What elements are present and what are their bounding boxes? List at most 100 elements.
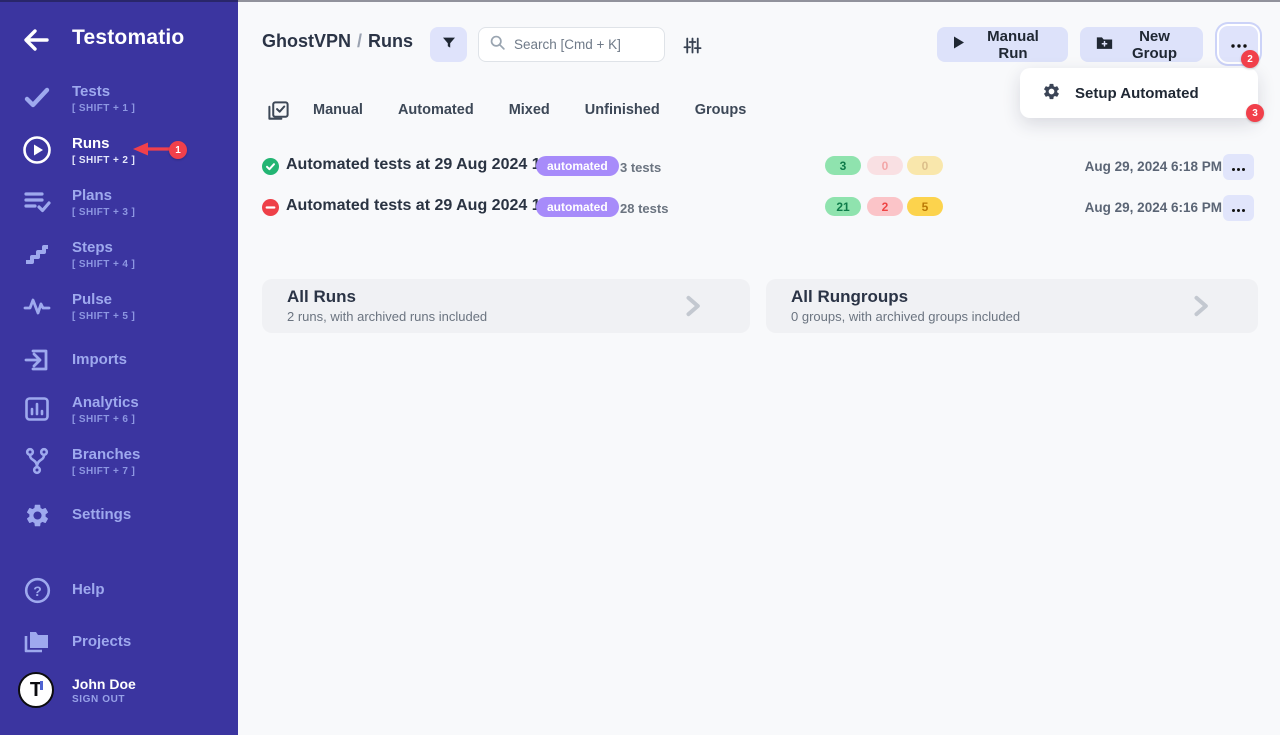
- ellipsis-icon: [1231, 201, 1246, 216]
- main-content: GhostVPN/Runs Manual Run Ne: [238, 0, 1280, 735]
- setup-automated-label: Setup Automated: [1075, 85, 1199, 102]
- card-title: All Runs: [287, 287, 356, 307]
- sidebar-item-shortcut: [ SHIFT + 5 ]: [72, 311, 135, 322]
- breadcrumb-project[interactable]: GhostVPN: [262, 31, 351, 51]
- run-title[interactable]: Automated tests at 29 Aug 2024 18:18: [286, 156, 573, 174]
- user-name: John Doe: [72, 676, 136, 692]
- sidebar-item-label: Branches: [72, 446, 140, 464]
- passed-count-badge: 3: [825, 156, 861, 175]
- folder-plus-icon: [1096, 35, 1113, 54]
- card-subtitle: 0 groups, with archived groups included: [791, 309, 1020, 324]
- sidebar-item-label: Analytics: [72, 394, 139, 412]
- run-tests-count: 3 tests: [620, 160, 661, 175]
- run-type-badge: automated: [536, 197, 619, 217]
- play-circle-icon: [21, 134, 53, 166]
- sidebar-item-help[interactable]: ? Help: [0, 578, 238, 602]
- failed-count-badge: 0: [867, 156, 903, 175]
- search-box[interactable]: [478, 27, 665, 62]
- card-title: All Rungroups: [791, 287, 908, 307]
- pulse-icon: [21, 290, 53, 322]
- steps-icon: [21, 238, 53, 270]
- bar-chart-icon: [21, 393, 53, 425]
- more-actions-menu: Setup Automated: [1020, 68, 1258, 118]
- gear-icon: [1042, 82, 1061, 105]
- sidebar-item-label: Help: [72, 581, 105, 599]
- passed-count-badge: 21: [825, 197, 861, 216]
- breadcrumb-current: Runs: [368, 31, 413, 51]
- tab-manual[interactable]: Manual: [313, 102, 363, 118]
- sidebar-item-analytics[interactable]: Analytics [ SHIFT + 6 ]: [0, 391, 238, 427]
- sidebar-item-shortcut: [ SHIFT + 6 ]: [72, 414, 139, 425]
- run-more-button[interactable]: [1223, 154, 1254, 180]
- new-group-button[interactable]: New Group: [1080, 27, 1203, 62]
- sidebar-item-runs[interactable]: Runs [ SHIFT + 2 ]: [0, 132, 238, 168]
- sidebar-item-label: Tests: [72, 83, 135, 101]
- tab-unfinished[interactable]: Unfinished: [585, 102, 660, 118]
- ellipsis-icon: [1230, 37, 1248, 52]
- sidebar-item-imports[interactable]: Imports: [0, 348, 238, 372]
- help-icon: ?: [21, 574, 53, 606]
- sliders-icon[interactable]: [678, 31, 706, 59]
- import-icon: [21, 344, 53, 376]
- breadcrumb: GhostVPN/Runs: [262, 31, 413, 52]
- sidebar-item-tests[interactable]: Tests [ SHIFT + 1 ]: [0, 80, 238, 116]
- sidebar-item-label: Plans: [72, 187, 135, 205]
- sidebar-item-plans[interactable]: Plans [ SHIFT + 3 ]: [0, 184, 238, 220]
- chevron-right-icon: [678, 292, 706, 325]
- sidebar-item-steps[interactable]: Steps [ SHIFT + 4 ]: [0, 236, 238, 272]
- tab-mixed[interactable]: Mixed: [509, 102, 550, 118]
- back-arrow-icon[interactable]: [20, 26, 52, 56]
- sidebar: Testomatio Tests [ SHIFT + 1 ] Runs [ SH…: [0, 0, 238, 735]
- select-all-icon[interactable]: [266, 100, 290, 124]
- ellipsis-icon: [1231, 160, 1246, 175]
- sidebar-item-label: Projects: [72, 633, 131, 651]
- sidebar-item-shortcut: [ SHIFT + 4 ]: [72, 259, 135, 270]
- skipped-count-badge: 0: [907, 156, 943, 175]
- funnel-icon: [441, 35, 457, 54]
- folder-icon: [21, 626, 53, 658]
- avatar: T: [18, 672, 54, 708]
- svg-text:?: ?: [33, 583, 42, 599]
- sidebar-item-label: Runs: [72, 135, 135, 153]
- app-title: Testomatio: [72, 26, 184, 50]
- filter-button[interactable]: [430, 27, 467, 62]
- sidebar-item-label: Steps: [72, 239, 135, 257]
- annotation-badge-2: 2: [1241, 50, 1259, 68]
- run-more-button[interactable]: [1223, 195, 1254, 221]
- menu-item-setup-automated[interactable]: Setup Automated: [1020, 68, 1258, 118]
- sidebar-item-settings[interactable]: Settings: [0, 503, 238, 527]
- skipped-count-badge: 5: [907, 197, 943, 216]
- manual-run-button[interactable]: Manual Run: [937, 27, 1068, 62]
- sidebar-item-label: Settings: [72, 506, 131, 524]
- sidebar-item-projects[interactable]: Projects: [0, 630, 238, 654]
- run-type-badge: automated: [536, 156, 619, 176]
- sidebar-item-shortcut: [ SHIFT + 7 ]: [72, 466, 140, 477]
- run-timestamp: Aug 29, 2024 6:16 PM: [1085, 200, 1222, 215]
- branch-icon: [21, 445, 53, 477]
- sidebar-item-branches[interactable]: Branches [ SHIFT + 7 ]: [0, 443, 238, 479]
- annotation-badge-1: 1: [169, 141, 187, 159]
- check-icon: [21, 82, 53, 114]
- list-check-icon: [21, 186, 53, 218]
- run-title[interactable]: Automated tests at 29 Aug 2024 18:16: [286, 197, 573, 215]
- sign-out-link[interactable]: SIGN OUT: [72, 694, 125, 705]
- tab-groups[interactable]: Groups: [695, 102, 747, 118]
- sidebar-item-shortcut: [ SHIFT + 2 ]: [72, 155, 135, 166]
- sidebar-item-label: Pulse: [72, 291, 135, 309]
- all-runs-card[interactable]: All Runs 2 runs, with archived runs incl…: [262, 279, 750, 333]
- card-subtitle: 2 runs, with archived runs included: [287, 309, 487, 324]
- sidebar-item-shortcut: [ SHIFT + 3 ]: [72, 207, 135, 218]
- play-icon: [953, 36, 965, 53]
- run-timestamp: Aug 29, 2024 6:18 PM: [1085, 159, 1222, 174]
- sidebar-item-pulse[interactable]: Pulse [ SHIFT + 5 ]: [0, 288, 238, 324]
- run-row: Automated tests at 29 Aug 2024 18:16 aut…: [238, 193, 1280, 223]
- status-failed-icon: [262, 199, 279, 216]
- tab-automated[interactable]: Automated: [398, 102, 474, 118]
- failed-count-badge: 2: [867, 197, 903, 216]
- all-rungroups-card[interactable]: All Rungroups 0 groups, with archived gr…: [766, 279, 1258, 333]
- search-input[interactable]: [514, 37, 644, 52]
- sidebar-item-label: Imports: [72, 351, 127, 369]
- user-menu[interactable]: T John Doe SIGN OUT: [0, 670, 238, 716]
- sidebar-item-shortcut: [ SHIFT + 1 ]: [72, 103, 135, 114]
- search-icon: [489, 34, 506, 56]
